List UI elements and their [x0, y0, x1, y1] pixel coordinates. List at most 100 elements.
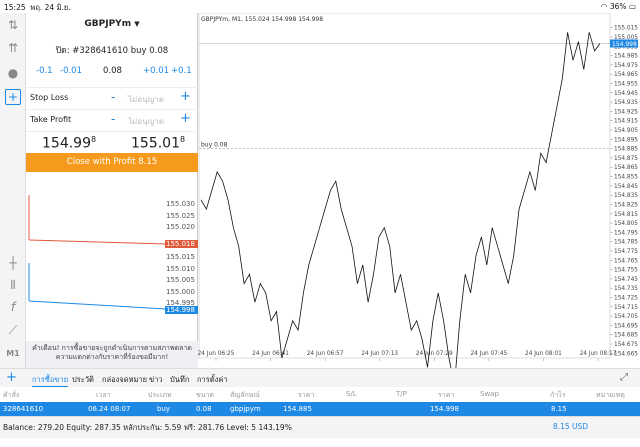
col-size: ขนาด: [196, 391, 215, 399]
table-row[interactable]: 328641610 06.24 08:07 buy 0.08 gbpjpym 1…: [0, 402, 640, 416]
crosshair-icon[interactable]: ┼: [5, 255, 21, 271]
close-with-profit-button[interactable]: Close with Profit 8.15: [26, 153, 198, 172]
chevron-down-icon: ▼: [134, 20, 140, 28]
y-tick-label: 154.785: [614, 240, 638, 246]
y-tick-label: 154.705: [614, 314, 638, 320]
y-tick-label: 154.875: [614, 156, 638, 162]
col-current-price: ราคา: [438, 391, 455, 399]
mini-tick-label: 155.015: [166, 253, 195, 261]
expand-icon[interactable]: ⤢: [620, 372, 628, 383]
y-tick-label: 154.755: [614, 268, 638, 274]
mini-ask-price-tag: 155.018: [165, 240, 198, 248]
price-chart[interactable]: GBPJPYm, M1, 155.024 154.998 154.998 155.…: [198, 12, 640, 386]
tab-history[interactable]: ประวัติ: [72, 374, 94, 386]
prices-row: 154.998 155.018: [26, 131, 198, 153]
chat-icon[interactable]: ●: [5, 65, 21, 81]
x-tick-label: 24 Jun 08:17: [580, 351, 617, 357]
mini-ask-axis: 155.030 155.025 155.020: [166, 199, 195, 234]
x-tick-label: 24 Jun 07:45: [470, 351, 507, 357]
positions-header: คำสั่ง เวลา ประเภท ขนาด สัญลักษณ์ ราคา S…: [0, 387, 640, 402]
mini-tick-label: 155.005: [166, 276, 195, 284]
candles-icon[interactable]: ⫴: [5, 277, 21, 293]
y-tick-label: 154.805: [614, 221, 638, 227]
y-tick-label: 154.925: [614, 109, 638, 115]
quotes-icon[interactable]: ⇅: [5, 17, 21, 33]
tab-news[interactable]: ข่าว: [149, 374, 163, 386]
stop-loss-input[interactable]: ไม่อนุญาต: [128, 93, 164, 106]
take-profit-plus[interactable]: +: [180, 111, 191, 126]
order-id: 328641610: [3, 405, 44, 413]
battery-icon: ▭: [628, 2, 636, 11]
add-icon[interactable]: +: [6, 370, 17, 385]
left-toolbar: ⇅ ⇈ ● + ┼ ⫴ f ⟋ M1: [0, 13, 26, 368]
execution-warning: คำเตือน! การซื้อขายจะถูกดำเนินการตามสภาพ…: [26, 341, 198, 368]
tab-journal[interactable]: บันทึก: [170, 374, 189, 386]
y-tick-label: 154.815: [614, 212, 638, 218]
stop-loss-row: Stop Loss - ไม่อนุญาต +: [26, 87, 198, 109]
mini-tick-label: 155.020: [166, 223, 195, 232]
y-tick-label: 154.985: [614, 54, 638, 60]
price-tag: 154.998: [612, 41, 637, 48]
bid-price: 154.998: [42, 135, 97, 152]
order-current-price: 154.998: [430, 405, 459, 413]
take-profit-label: Take Profit: [30, 115, 72, 124]
col-sl: S/L: [346, 390, 357, 398]
y-tick-label: 154.675: [614, 342, 638, 348]
mini-tick-label: 155.000: [166, 287, 195, 296]
status-date: พฤ. 24 มิ.ย.: [30, 3, 71, 12]
x-tick-label: 24 Jun 06:57: [307, 351, 344, 357]
tab-mailbox[interactable]: กล่องจดหมาย: [102, 374, 147, 386]
y-tick-label: 154.975: [614, 63, 638, 69]
y-tick-label: 154.825: [614, 202, 638, 208]
trade-icon[interactable]: ⇈: [5, 40, 21, 56]
take-profit-input[interactable]: ไม่อนุญาต: [128, 115, 164, 128]
symbol-name: GBPJPYm: [84, 19, 132, 29]
status-time: 15:25: [4, 3, 26, 12]
mini-tick-label: 155.010: [166, 264, 195, 273]
y-tick-label: 154.905: [614, 128, 638, 134]
take-profit-minus[interactable]: -: [111, 112, 115, 126]
order-size: 0.08: [196, 405, 212, 413]
tab-trade[interactable]: การซื้อขาย: [32, 374, 69, 387]
y-tick-label: 154.845: [614, 184, 638, 190]
objects-icon[interactable]: ⟋: [5, 322, 21, 338]
x-tick-label: 24 Jun 07:13: [361, 351, 398, 357]
y-tick-label: 154.895: [614, 137, 638, 143]
new-order-icon[interactable]: +: [5, 89, 21, 105]
col-comment: หมายเหตุ: [596, 391, 625, 399]
y-tick-label: 154.835: [614, 193, 638, 199]
step-minus-0.1[interactable]: -0.1: [36, 66, 53, 76]
step-plus-0.01[interactable]: +0.01: [143, 66, 169, 76]
price-chart-svg: GBPJPYm, M1, 155.024 154.998 154.998 155.…: [198, 12, 638, 386]
volume-value[interactable]: 0.08: [103, 66, 122, 76]
y-tick-label: 154.745: [614, 277, 638, 283]
y-tick-label: 154.795: [614, 230, 638, 236]
symbol-selector[interactable]: GBPJPYm ▼: [26, 19, 198, 29]
timeframe-m1[interactable]: M1: [5, 346, 21, 362]
mini-bid-axis: 155.015 155.010 155.005 155.000 154.995: [166, 252, 195, 310]
y-tick-label: 154.775: [614, 249, 638, 255]
y-tick-label: 154.935: [614, 100, 638, 106]
step-minus-0.01[interactable]: -0.01: [60, 66, 82, 76]
indicators-icon[interactable]: f: [5, 299, 21, 315]
tab-settings[interactable]: การตั้งค่า: [197, 374, 228, 386]
order-type: buy: [157, 405, 171, 413]
chart-title: GBPJPYm, M1, 155.024 154.998 154.998: [201, 16, 323, 23]
y-tick-label: 154.725: [614, 296, 638, 302]
order-symbol: gbpjpym: [230, 405, 261, 413]
col-swap: Swap: [480, 390, 499, 398]
col-order: คำสั่ง: [3, 391, 20, 399]
step-plus-0.1[interactable]: +0.1: [171, 66, 192, 76]
x-tick-label: 24 Jun 08:01: [525, 351, 562, 357]
stop-loss-minus[interactable]: -: [111, 90, 115, 104]
stop-loss-plus[interactable]: +: [180, 89, 191, 104]
y-tick-label: 154.695: [614, 323, 638, 329]
col-symbol: สัญลักษณ์: [230, 391, 260, 399]
plot-area: [198, 12, 611, 359]
stop-loss-label: Stop Loss: [30, 93, 69, 102]
y-tick-label: 154.735: [614, 286, 638, 292]
ask-price: 155.018: [131, 135, 186, 152]
mini-bid-price-tag: 154.998: [165, 306, 198, 314]
order-open-price: 154.885: [283, 405, 312, 413]
y-tick-label: 154.915: [614, 119, 638, 125]
